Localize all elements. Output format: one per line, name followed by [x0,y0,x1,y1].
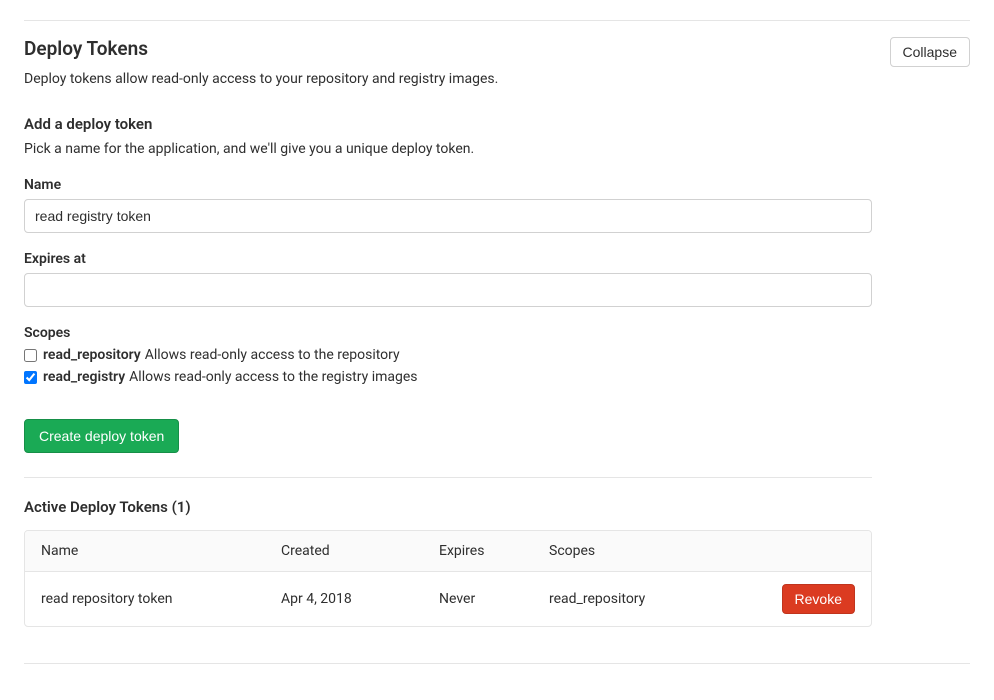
name-input[interactable] [24,199,872,233]
add-title: Add a deploy token [24,115,970,133]
bottom-divider [24,663,970,664]
name-label: Name [24,177,970,193]
expires-input[interactable] [24,273,872,307]
name-field-group: Name [24,177,970,233]
col-header-scopes: Scopes [549,543,855,559]
table-header-row: Name Created Expires Scopes [25,531,871,571]
page-description: Deploy tokens allow read-only access to … [24,71,970,87]
active-tokens-section: Active Deploy Tokens (1) Name Created Ex… [24,498,970,627]
active-tokens-title: Active Deploy Tokens (1) [24,498,970,516]
scopes-label: Scopes [24,325,970,341]
col-header-created: Created [281,543,439,559]
expires-label: Expires at [24,251,970,267]
col-header-expires: Expires [439,543,549,559]
top-divider [24,20,970,21]
cell-action: Revoke [782,584,855,614]
cell-name: read repository token [41,591,281,607]
scope-name: read_repository [43,347,141,363]
section-header: Deploy Tokens Collapse [24,37,970,67]
revoke-button[interactable]: Revoke [782,584,855,614]
table-row: read repository token Apr 4, 2018 Never … [25,572,871,626]
scope-description: Allows read-only access to the repositor… [145,347,400,363]
mid-divider [24,477,872,478]
scope-description: Allows read-only access to the registry … [129,369,417,385]
cell-scopes: read_repository [549,591,782,607]
collapse-button[interactable]: Collapse [890,37,970,67]
expires-field-group: Expires at [24,251,970,307]
create-deploy-token-button[interactable]: Create deploy token [24,419,179,453]
page-title: Deploy Tokens [24,37,148,60]
table-header: Name Created Expires Scopes [25,531,871,572]
scope-checkbox-read-repository[interactable] [24,349,37,362]
active-tokens-table: Name Created Expires Scopes read reposit… [24,530,872,627]
cell-expires: Never [439,591,549,607]
add-subtitle: Pick a name for the application, and we'… [24,141,970,157]
col-header-name: Name [41,543,281,559]
add-deploy-token-section: Add a deploy token Pick a name for the a… [24,115,970,477]
scope-row-read-repository: read_repository Allows read-only access … [24,347,970,363]
scope-row-read-registry: read_registry Allows read-only access to… [24,369,970,385]
cell-created: Apr 4, 2018 [281,591,439,607]
scope-name: read_registry [43,369,125,385]
scopes-group: Scopes read_repository Allows read-only … [24,325,970,385]
scope-checkbox-read-registry[interactable] [24,371,37,384]
